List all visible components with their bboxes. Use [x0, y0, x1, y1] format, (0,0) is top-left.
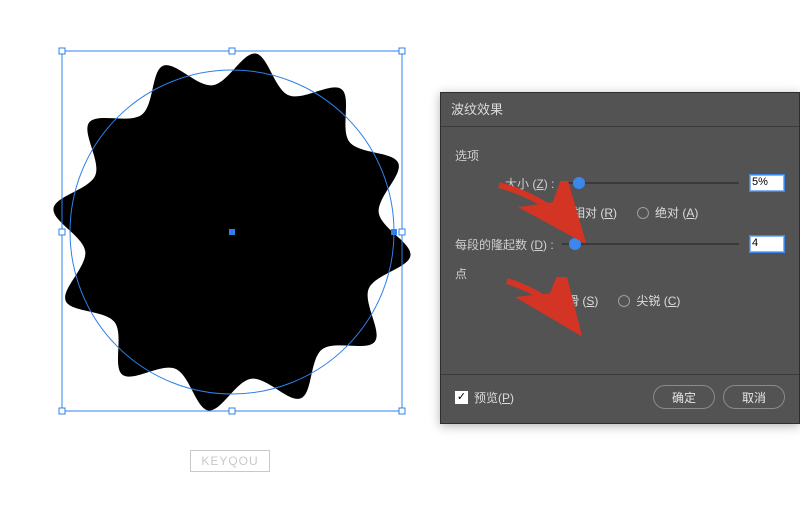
radio-sharp[interactable]: 尖锐 (C): [618, 292, 680, 309]
cancel-button[interactable]: 取消: [723, 385, 785, 409]
artboard: KEYQOU: [0, 0, 470, 470]
points-group-label: 点: [455, 265, 785, 282]
radio-absolute[interactable]: 绝对 (A): [637, 204, 698, 221]
ridges-slider[interactable]: [562, 235, 739, 253]
watermark: KEYQOU: [190, 450, 270, 472]
path-anchor-right[interactable]: [391, 229, 397, 235]
artwork-svg: [0, 0, 470, 470]
dialog-title: 波纹效果: [441, 93, 799, 127]
center-anchor[interactable]: [229, 229, 235, 235]
zigzag-dialog: 波纹效果 选项 大小 (Z) : 5% 相对 (R) 绝对 (A): [440, 92, 800, 424]
ok-button[interactable]: 确定: [653, 385, 715, 409]
radio-relative[interactable]: 相对 (R): [555, 204, 617, 221]
radio-smooth[interactable]: 平滑 (S): [537, 292, 598, 309]
preview-checkbox[interactable]: ✓ 预览(P): [455, 389, 514, 406]
size-input[interactable]: 5%: [749, 174, 785, 192]
ridges-input[interactable]: 4: [749, 235, 785, 253]
options-group-label: 选项: [455, 147, 785, 164]
size-label: 大小 (Z) :: [505, 175, 554, 192]
ridges-label: 每段的隆起数 (D) :: [455, 236, 554, 253]
size-slider[interactable]: [562, 174, 739, 192]
